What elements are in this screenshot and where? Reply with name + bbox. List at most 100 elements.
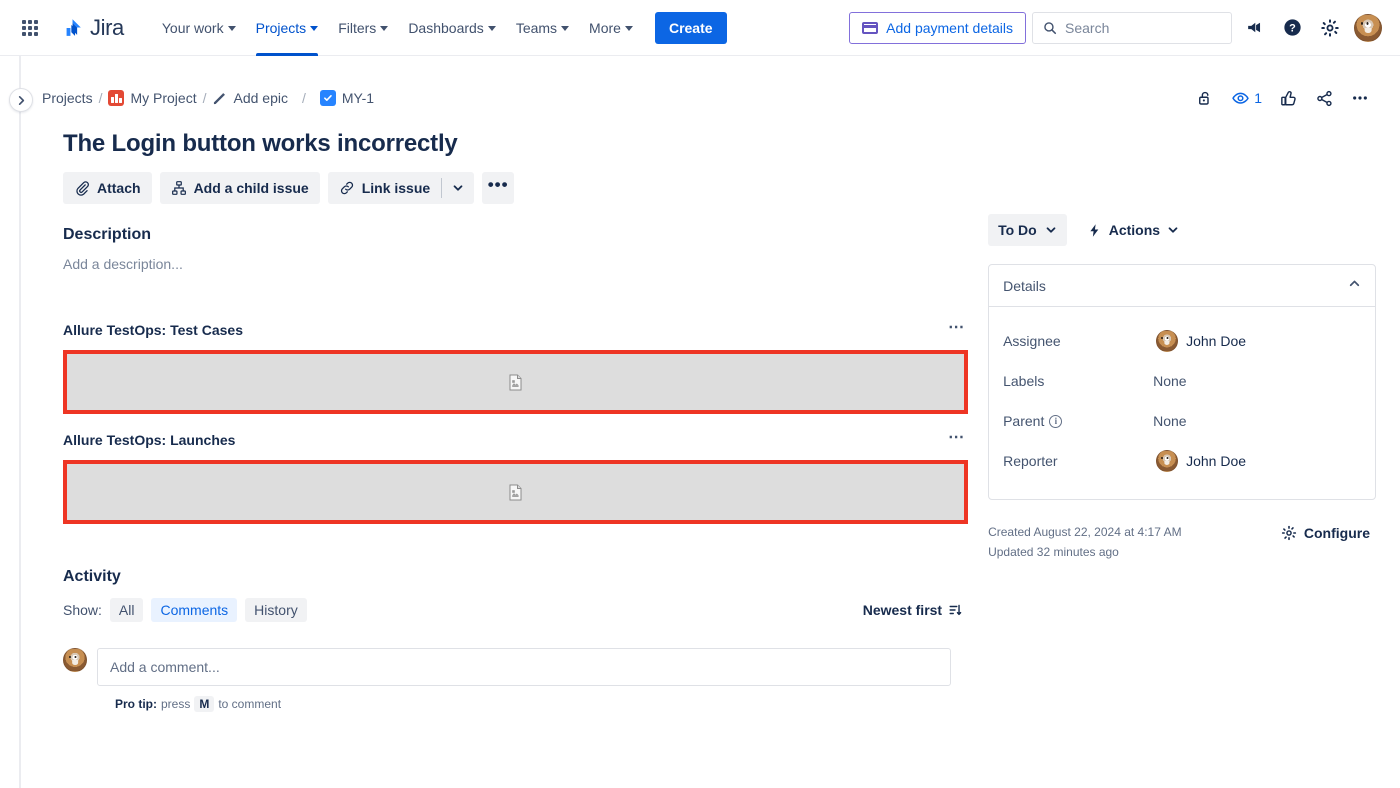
breadcrumb-project-name[interactable]: My Project [130,90,196,106]
app-switcher-button[interactable] [14,12,46,44]
expand-sidebar-button[interactable] [9,88,33,112]
details-label: Details [1003,278,1046,294]
activity-tab-comments[interactable]: Comments [151,598,237,622]
allure-launches-header: Allure TestOps: Launches ⋯ [63,428,968,452]
unlock-icon[interactable] [1189,82,1221,114]
breadcrumb-issue-key[interactable]: MY-1 [342,90,374,106]
pro-tip-press: press [161,697,190,711]
link-issue-button[interactable]: Link issue [328,172,441,204]
add-payment-details-button[interactable]: Add payment details [849,12,1026,44]
allure-test-cases-panel[interactable] [63,350,968,414]
actions-dropdown[interactable]: Actions [1077,214,1189,246]
configure-button[interactable]: Configure [1275,522,1376,544]
nav-label: Dashboards [408,20,484,36]
eye-icon [1231,89,1250,108]
chevron-down-icon [625,26,633,31]
nav-more[interactable]: More [579,0,643,56]
chevron-down-icon [380,26,388,31]
activity-tab-all[interactable]: All [110,598,144,622]
gear-icon [1281,525,1297,541]
assignee-user-chip[interactable]: John Doe [1153,327,1252,355]
avatar [1156,330,1178,352]
nav-label: Your work [162,20,224,36]
question-circle-glyph: ? [1282,17,1303,38]
nav-your-work[interactable]: Your work [152,0,246,56]
page-title[interactable]: The Login button works incorrectly [21,114,1400,158]
issue-timestamps: Created August 22, 2024 at 4:17 AM Updat… [988,522,1181,562]
issue-meta-row: Created August 22, 2024 at 4:17 AM Updat… [988,522,1376,562]
paperclip-icon [74,180,90,196]
thumbs-up-icon[interactable] [1272,82,1304,114]
search-icon [1043,21,1057,35]
share-icon[interactable] [1308,82,1340,114]
gear-glyph [1320,18,1340,38]
help-icon[interactable]: ? [1276,12,1308,44]
allure-launches-title: Allure TestOps: Launches [63,432,235,448]
search-placeholder: Search [1065,20,1109,36]
reporter-user-chip[interactable]: John Doe [1153,447,1252,475]
issue-right-column: To Do Actions [988,204,1376,712]
add-payment-details-label: Add payment details [886,20,1013,36]
labels-value[interactable]: None [1153,373,1186,389]
breadcrumb-projects[interactable]: Projects [42,90,93,106]
settings-icon[interactable] [1314,12,1346,44]
jira-home-link[interactable]: Jira [56,11,130,45]
share-glyph [1315,89,1334,108]
issue-header-actions: 1 [1189,82,1376,114]
details-fields: Assignee John Doe Labels None [989,307,1375,499]
attach-button[interactable]: Attach [63,172,152,204]
nav-label: Filters [338,20,376,36]
announcement-icon[interactable] [1238,12,1270,44]
breadcrumb-add-epic[interactable]: Add epic [233,90,287,106]
link-issue-dropdown-button[interactable] [442,172,474,204]
more-issue-actions-button[interactable]: ••• [482,172,514,204]
details-panel: Details Assignee [988,264,1376,500]
create-button[interactable]: Create [655,12,727,44]
chevron-down-icon [1167,224,1179,236]
status-row: To Do Actions [988,214,1376,246]
collapse-details-icon[interactable] [1348,277,1361,295]
search-input[interactable]: Search [1032,12,1232,44]
child-issue-icon [171,180,187,196]
left-sidebar-rail [0,56,20,788]
issue-content: Projects / My Project / Add epic / [21,56,1400,788]
more-actions-icon[interactable] [1344,82,1376,114]
chevron-right-icon [16,95,27,106]
field-value[interactable]: John Doe [1153,447,1252,475]
activity-sort-label: Newest first [863,602,942,618]
chevron-up-icon [1348,277,1361,290]
show-label: Show: [63,602,102,618]
allure-launches-panel[interactable] [63,460,968,524]
nav-dashboards[interactable]: Dashboards [398,0,506,56]
ellipsis-glyph [1350,88,1370,108]
breadcrumb-separator: / [99,90,103,106]
activity-tab-history[interactable]: History [245,598,307,622]
field-value[interactable]: John Doe [1153,327,1252,355]
status-dropdown[interactable]: To Do [988,214,1067,246]
parent-label-text: Parent [1003,413,1044,429]
allure-test-cases-header: Allure TestOps: Test Cases ⋯ [63,318,968,342]
profile-avatar-button[interactable] [1352,12,1384,44]
nav-filters[interactable]: Filters [328,0,398,56]
watch-issue-button[interactable]: 1 [1225,85,1268,112]
nav-label: Projects [256,20,307,36]
parent-value[interactable]: None [1153,413,1186,429]
allure-test-cases-menu-icon[interactable]: ⋯ [944,318,968,342]
info-icon[interactable]: i [1049,415,1062,428]
nav-projects[interactable]: Projects [246,0,329,56]
details-panel-header[interactable]: Details [989,265,1375,307]
field-labels: Labels None [1003,361,1361,401]
description-placeholder[interactable]: Add a description... [63,252,968,276]
field-label: Parent i [1003,413,1153,429]
comment-author-avatar [63,648,87,672]
avatar [1354,14,1382,42]
activity-sort-button[interactable]: Newest first [857,598,968,622]
pro-tip-suffix: to comment [218,697,281,711]
nav-teams[interactable]: Teams [506,0,579,56]
issue-left-column: Description Add a description... Allure … [63,204,968,712]
allure-launches-menu-icon[interactable]: ⋯ [944,428,968,452]
add-comment-input[interactable]: Add a comment... [97,648,951,686]
add-child-issue-button[interactable]: Add a child issue [160,172,320,204]
avatar [1156,450,1178,472]
pro-tip-prefix: Pro tip: [115,697,157,711]
